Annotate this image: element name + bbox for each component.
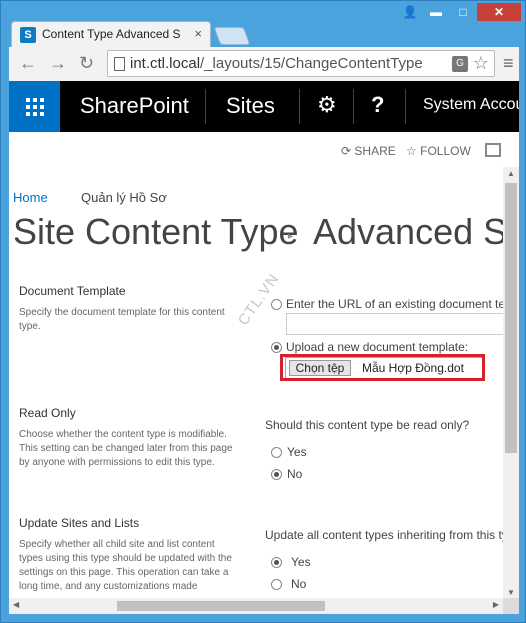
page-subtitle: Advanced Se <box>313 211 519 252</box>
reload-icon[interactable]: ↻ <box>79 53 94 74</box>
document-template-description: Specify the document template for this c… <box>19 307 225 332</box>
scroll-up-icon[interactable]: ▲ <box>507 169 515 178</box>
scrollbar-corner <box>503 598 519 614</box>
close-button[interactable]: ✕ <box>477 3 521 21</box>
divider <box>353 89 354 124</box>
scroll-down-icon[interactable]: ▼ <box>507 588 515 597</box>
update-sites-question: Update all content types inheriting from… <box>265 528 508 542</box>
page-info-icon[interactable] <box>114 57 125 71</box>
template-url-input[interactable] <box>286 313 519 335</box>
update-sites-no-label: No <box>291 577 307 591</box>
read-only-yes-label: Yes <box>287 445 307 459</box>
window-controls: 👤 ▬ □ ✕ <box>398 3 521 21</box>
update-sites-no-radio[interactable] <box>271 579 282 590</box>
focus-content-icon[interactable] <box>485 143 501 157</box>
update-sites-yes-radio[interactable] <box>271 557 282 568</box>
suite-bar: SharePoint Sites ⚙ ? System Accoun <box>9 81 519 132</box>
user-profile-icon[interactable]: 👤 <box>398 3 422 21</box>
bookmark-star-icon[interactable]: ☆ <box>473 53 489 74</box>
divider <box>405 89 406 124</box>
read-only-no-radio[interactable] <box>271 469 282 480</box>
settings-gear-icon[interactable]: ⚙ <box>317 92 337 118</box>
follow-star-icon: ☆ <box>406 144 417 158</box>
follow-button[interactable]: ☆ FOLLOW <box>406 144 471 158</box>
sites-link[interactable]: Sites <box>226 93 275 119</box>
url-text: int.ctl.local/_layouts/15/ChangeContentT… <box>130 55 450 72</box>
browser-toolbar: ← → ↻ int.ctl.local/_layouts/15/ChangeCo… <box>9 47 519 81</box>
share-icon: ⟳ <box>341 144 352 158</box>
scroll-right-icon[interactable]: ▶ <box>493 600 499 609</box>
divider <box>299 89 300 124</box>
document-template-heading: Document Template <box>19 284 126 298</box>
url-template-label: Enter the URL of an existing document te… <box>286 297 510 311</box>
follow-label: FOLLOW <box>420 144 471 158</box>
title-bar: S Content Type Advanced S × 👤 ▬ □ ✕ <box>1 1 526 47</box>
read-only-description: Choose whether the content type is modif… <box>19 429 233 468</box>
upload-template-label: Upload a new document template: <box>286 340 469 354</box>
share-label: SHARE <box>354 144 396 158</box>
scroll-left-icon[interactable]: ◀ <box>13 600 19 609</box>
sharepoint-favicon-icon: S <box>20 27 36 43</box>
share-button[interactable]: ⟳ SHARE <box>341 144 396 158</box>
url-path: /_layouts/15/ChangeContentType <box>200 55 423 72</box>
tab-title: Content Type Advanced S <box>42 27 181 41</box>
highlight-box <box>280 354 485 381</box>
maximize-button[interactable]: □ <box>450 3 476 21</box>
action-bar: ⟳ SHARE ☆ FOLLOW <box>9 141 503 165</box>
horizontal-scrollbar[interactable]: ◀ ▶ <box>9 598 519 614</box>
help-icon[interactable]: ? <box>371 92 384 118</box>
vertical-scrollbar[interactable]: ▲ ▼ <box>503 167 519 599</box>
read-only-heading: Read Only <box>19 406 76 420</box>
update-sites-description: Specify whether all child site and list … <box>19 539 232 592</box>
divider <box>205 89 206 124</box>
url-host: int.ctl.local <box>130 55 201 72</box>
page-title[interactable]: Site Content Type <box>13 211 299 253</box>
back-icon[interactable]: ← <box>19 53 37 74</box>
horizontal-scroll-thumb[interactable] <box>117 601 325 611</box>
app-launcher-icon[interactable] <box>9 81 60 132</box>
read-only-yes-radio[interactable] <box>271 447 282 458</box>
address-bar[interactable]: int.ctl.local/_layouts/15/ChangeContentT… <box>107 50 495 77</box>
tab-close-icon[interactable]: × <box>194 26 202 41</box>
page-viewport: SharePoint Sites ⚙ ? System Accoun ⟳ SHA… <box>9 81 519 614</box>
new-tab-button[interactable] <box>213 27 251 45</box>
url-template-radio[interactable] <box>271 299 282 310</box>
vertical-scroll-thumb[interactable] <box>505 183 517 453</box>
breadcrumb-arrow-icon: ▸ <box>288 231 294 242</box>
read-only-question: Should this content type be read only? <box>265 418 470 432</box>
browser-tab[interactable]: S Content Type Advanced S × <box>11 21 211 47</box>
update-sites-heading: Update Sites and Lists <box>19 516 140 530</box>
read-only-no-label: No <box>287 467 303 481</box>
minimize-button[interactable]: ▬ <box>423 3 449 21</box>
breadcrumb-home[interactable]: Home <box>13 190 48 205</box>
account-menu[interactable]: System Accoun <box>423 96 519 114</box>
browser-window: S Content Type Advanced S × 👤 ▬ □ ✕ ← → … <box>0 0 526 623</box>
forward-icon[interactable]: → <box>49 53 67 74</box>
breadcrumb-site[interactable]: Quản lý Hồ Sơ <box>81 190 167 205</box>
sharepoint-brand[interactable]: SharePoint <box>80 93 189 119</box>
update-sites-yes-label: Yes <box>291 555 311 569</box>
browser-menu-icon[interactable]: ≡ <box>503 53 514 74</box>
upload-template-radio[interactable] <box>271 342 282 353</box>
translate-icon[interactable]: G <box>452 56 468 72</box>
